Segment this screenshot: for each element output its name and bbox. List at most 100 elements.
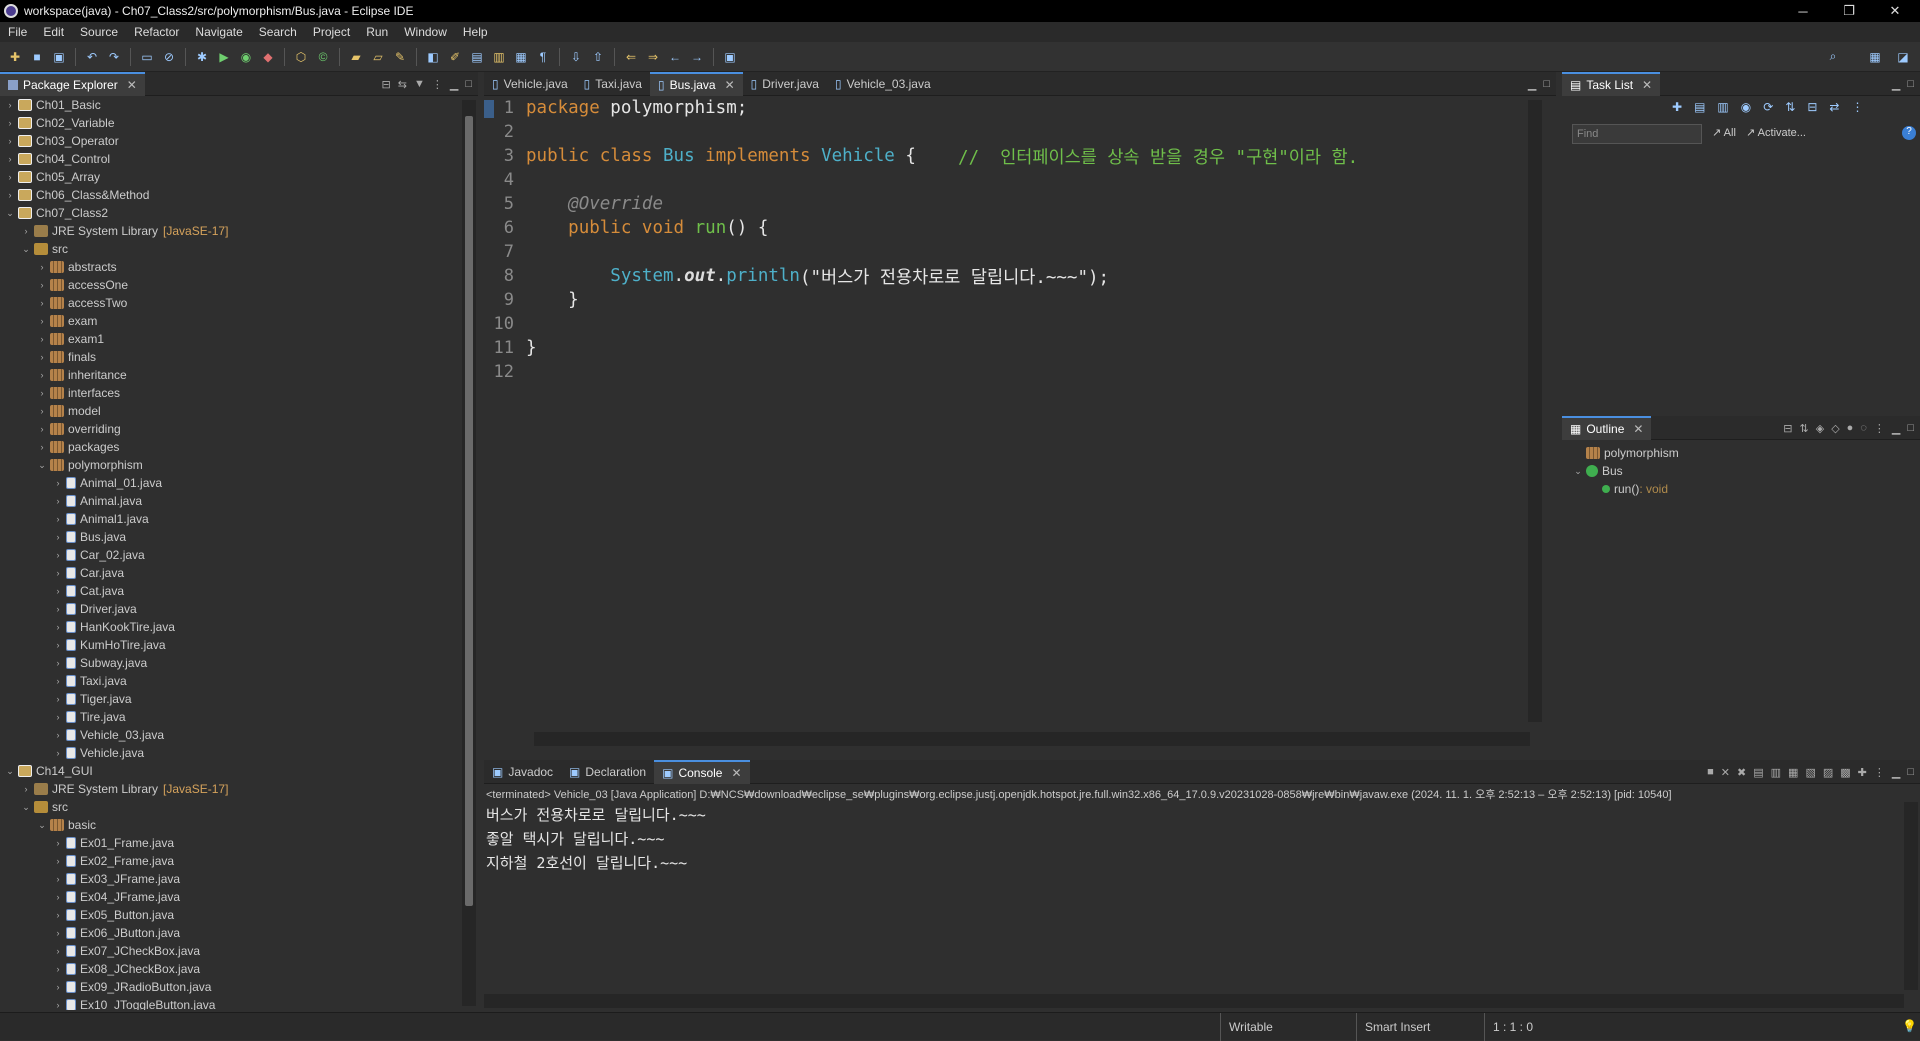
tab-outline[interactable]: ▦ Outline ✕ — [1562, 415, 1652, 440]
terminate-icon[interactable]: ■ — [1707, 766, 1714, 778]
code-area[interactable]: 1 package polymorphism; 2 3 public class Bus… — [484, 96, 1534, 724]
debug-icon[interactable]: ✱ — [193, 48, 211, 66]
expand-arrow-icon[interactable]: › — [36, 406, 48, 416]
collapse-arrow-icon[interactable]: ⌄ — [20, 802, 32, 813]
highlight-icon[interactable]: ✐ — [446, 48, 464, 66]
tree-item[interactable]: › Ex02_Frame.java — [0, 852, 460, 870]
tree-item[interactable]: › Vehicle_03.java — [0, 726, 460, 744]
tree-item[interactable]: › Ch04_Control — [0, 150, 460, 168]
editor-tab[interactable]: ▯ Driver.java — [743, 72, 827, 96]
expand-icon[interactable]: ⌄ — [1572, 466, 1584, 477]
menu-refactor[interactable]: Refactor — [126, 25, 187, 39]
tree-item[interactable]: ⌄ Ch07_Class2 — [0, 204, 460, 222]
code-line[interactable]: 1 package polymorphism; — [484, 96, 1534, 120]
tree-item[interactable]: › Car.java — [0, 564, 460, 582]
tree-item[interactable]: › exam1 — [0, 330, 460, 348]
tree-item[interactable]: › Tire.java — [0, 708, 460, 726]
tree-item[interactable]: › JRE System Library [JavaSE-17] — [0, 222, 460, 240]
menu-edit[interactable]: Edit — [35, 25, 72, 39]
minimize-view-icon[interactable]: ▁ — [1892, 422, 1900, 435]
tree-item[interactable]: › Animal_01.java — [0, 474, 460, 492]
expand-arrow-icon[interactable]: › — [20, 226, 32, 236]
tree-item[interactable]: › Ex08_JCheckBox.java — [0, 960, 460, 978]
pin-console-icon[interactable]: ▨ — [1823, 766, 1833, 779]
code-line[interactable]: 12 — [484, 360, 1534, 384]
hide-nonpublic-icon[interactable]: ● — [1847, 422, 1854, 434]
tree-item[interactable]: ⌄ polymorphism — [0, 456, 460, 474]
maximize-view-icon[interactable]: □ — [1907, 422, 1914, 434]
tree-item[interactable]: › packages — [0, 438, 460, 456]
previous-annotation-icon[interactable]: ⇧ — [589, 48, 607, 66]
remove-launch-icon[interactable]: ✕ — [1721, 766, 1730, 779]
remove-all-icon[interactable]: ✖ — [1737, 766, 1746, 779]
outline-method[interactable]: run() : void — [1572, 480, 1679, 498]
menu-search[interactable]: Search — [251, 25, 305, 39]
collapse-arrow-icon[interactable]: ⌄ — [4, 766, 16, 777]
expand-arrow-icon[interactable]: › — [36, 334, 48, 344]
expand-arrow-icon[interactable]: › — [36, 352, 48, 362]
expand-arrow-icon[interactable]: › — [52, 496, 64, 506]
activate-link[interactable]: ↗ Activate... — [1746, 126, 1806, 139]
new-class-icon[interactable]: © — [314, 48, 332, 66]
maximize-view-icon[interactable]: □ — [1907, 78, 1914, 90]
external-tools-icon[interactable]: ◆ — [259, 48, 277, 66]
tree-item[interactable]: › interfaces — [0, 384, 460, 402]
minimize-view-icon[interactable]: ▁ — [450, 78, 458, 91]
expand-arrow-icon[interactable]: › — [52, 676, 64, 686]
code-line[interactable]: 8 System. out. println ("버스가 전용차로로 달립니다.~~~… — [484, 264, 1534, 288]
tree-item[interactable]: › Ch02_Variable — [0, 114, 460, 132]
show-stdout-icon[interactable]: ▦ — [1788, 766, 1798, 779]
console-vertical-scrollbar[interactable] — [1904, 802, 1918, 990]
last-edit-icon[interactable]: ⇐ — [622, 48, 640, 66]
expand-arrow-icon[interactable]: › — [36, 370, 48, 380]
expand-arrow-icon[interactable]: › — [20, 784, 32, 794]
minimize-button[interactable]: ─ — [1780, 0, 1826, 22]
expand-arrow-icon[interactable]: › — [52, 478, 64, 488]
editor-tab[interactable]: ▯ Vehicle.java — [484, 72, 576, 96]
sort-icon[interactable]: ⇅ — [1785, 100, 1795, 114]
tree-item[interactable]: › Bus.java — [0, 528, 460, 546]
tree-item[interactable]: › Cat.java — [0, 582, 460, 600]
menu-window[interactable]: Window — [396, 25, 455, 39]
tree-item[interactable]: › Taxi.java — [0, 672, 460, 690]
filter-icon[interactable]: ▼ — [414, 78, 425, 90]
tree-item[interactable]: › Driver.java — [0, 600, 460, 618]
view-menu-icon[interactable]: ⋮ — [1874, 766, 1885, 779]
tree-item[interactable]: › Tiger.java — [0, 690, 460, 708]
tree-item[interactable]: › Ex04_JFrame.java — [0, 888, 460, 906]
tree-item[interactable]: › model — [0, 402, 460, 420]
tree-item[interactable]: › Animal.java — [0, 492, 460, 510]
forward-edit-icon[interactable]: ⇒ — [644, 48, 662, 66]
save-all-icon[interactable]: ▣ — [50, 48, 68, 66]
tree-item[interactable]: › JRE System Library [JavaSE-17] — [0, 780, 460, 798]
hide-static-icon[interactable]: ◇ — [1831, 422, 1839, 435]
tab-package-explorer[interactable]: Package Explorer ✕ — [0, 71, 145, 96]
menu-file[interactable]: File — [0, 25, 35, 39]
editor-tab[interactable]: ▯ Bus.java ✕ — [649, 71, 743, 96]
menu-navigate[interactable]: Navigate — [187, 25, 250, 39]
hide-local-icon[interactable]: ◌ — [1860, 422, 1867, 434]
show-stderr-icon[interactable]: ▧ — [1805, 766, 1815, 779]
code-line[interactable]: 4 — [484, 168, 1534, 192]
categorized-icon[interactable]: ▤ — [1694, 100, 1705, 114]
bottom-tab[interactable]: ▣ Console ✕ — [654, 759, 750, 784]
tree-item[interactable]: › HanKookTire.java — [0, 618, 460, 636]
run-icon[interactable]: ▶ — [215, 48, 233, 66]
code-line[interactable]: 3 public class Bus implements Vehicle { /… — [484, 144, 1534, 168]
tree-item[interactable]: › Ex10_JToggleButton.java — [0, 996, 460, 1010]
maximize-view-icon[interactable]: □ — [1907, 766, 1914, 778]
coverage-icon[interactable]: ◉ — [237, 48, 255, 66]
search-tool-icon[interactable]: ✎ — [391, 48, 409, 66]
open-type-icon[interactable]: ▰ — [347, 48, 365, 66]
collapse-icon[interactable]: ⊟ — [1807, 100, 1817, 114]
expand-arrow-icon[interactable]: › — [52, 1000, 64, 1010]
search-icon[interactable]: ⌕ — [1824, 48, 1842, 66]
tree-item[interactable]: › Ex09_JRadioButton.java — [0, 978, 460, 996]
display-console-icon[interactable]: ▩ — [1840, 766, 1850, 779]
expand-arrow-icon[interactable]: › — [52, 730, 64, 740]
collapse-all-icon[interactable]: ⊟ — [1783, 422, 1792, 435]
expand-arrow-icon[interactable]: › — [52, 910, 64, 920]
tab-task-list[interactable]: ▤ Task List ✕ — [1562, 71, 1661, 96]
minimize-view-icon[interactable]: ▁ — [1892, 78, 1900, 91]
skip-breakpoints-icon[interactable]: ⊘ — [160, 48, 178, 66]
